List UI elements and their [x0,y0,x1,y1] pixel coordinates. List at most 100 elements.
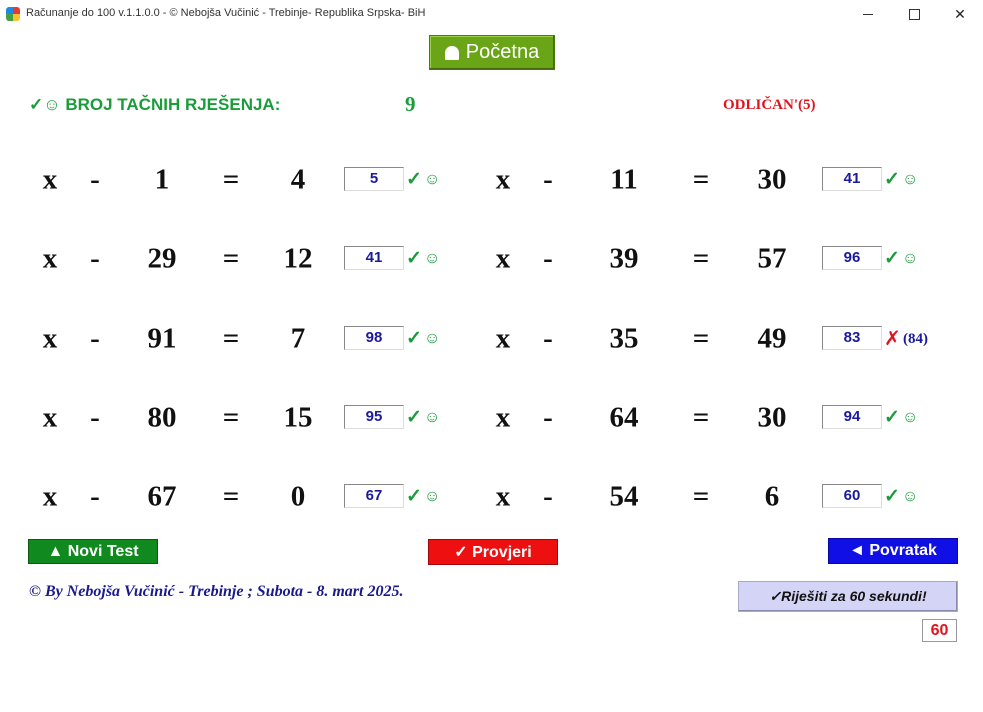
subtrahend: 35 [609,322,639,355]
maximize-icon [908,8,920,20]
window-title: Računanje do 100 v.1.1.0.0 - © Nebojša V… [26,7,426,19]
subtrahend: 80 [147,401,177,434]
home-icon [444,45,459,60]
smiley-icon: ☺ [424,409,441,426]
check-icon: ✓ [884,248,900,269]
minus-operator: - [543,480,553,513]
title-bar: Računanje do 100 v.1.1.0.0 - © Nebojša V… [0,0,983,28]
timer-display: 60 [922,619,957,642]
subtrahend: 91 [147,322,177,355]
result-value: 30 [757,163,787,196]
check-icon: ✓ [406,407,422,428]
home-button-label: Početna [465,41,540,63]
score-label: ✓☺ BROJ TAČNIH RJEŠENJA: [29,95,281,114]
answer-input[interactable]: 95 [344,405,404,429]
score-value: 9 [405,92,416,116]
equals-sign: = [222,480,240,513]
smiley-icon: ☺ [902,171,919,188]
timed-challenge-button[interactable]: ✓Riješiti za 60 sekundi! [738,581,958,612]
grade-label: ODLIČAN'(5) [723,97,816,113]
result-value: 49 [757,322,787,355]
result-value: 57 [757,242,787,275]
back-button[interactable]: ◄ Povratak [828,538,958,564]
variable-x: x [42,401,58,434]
check-icon: ✓ [884,407,900,428]
answer-input[interactable]: 83 [822,326,882,350]
equals-sign: = [222,401,240,434]
result-value: 0 [290,480,306,513]
variable-x: x [495,401,511,434]
result-value: 7 [290,322,306,355]
subtrahend: 11 [610,163,638,196]
check-icon: ✓ [884,169,900,190]
minus-operator: - [90,480,100,513]
equals-sign: = [692,163,710,196]
subtrahend: 39 [609,242,639,275]
footer-credit: © By Nebojša Vučinić - Trebinje ; Subota… [29,583,404,600]
smiley-icon: ☺ [902,488,919,505]
equals-sign: = [692,480,710,513]
variable-x: x [495,242,511,275]
result-value: 4 [290,163,306,196]
variable-x: x [42,322,58,355]
subtrahend: 67 [147,480,177,513]
check-button[interactable]: ✓ Provjeri [428,539,558,565]
answer-input[interactable]: 94 [822,405,882,429]
minus-operator: - [90,322,100,355]
result-value: 30 [757,401,787,434]
answer-input[interactable]: 98 [344,326,404,350]
result-value: 12 [283,242,313,275]
answer-input[interactable]: 5 [344,167,404,191]
equals-sign: = [222,163,240,196]
close-icon: ✕ [954,5,966,22]
subtrahend: 54 [609,480,639,513]
subtrahend: 29 [147,242,177,275]
answer-input[interactable]: 60 [822,484,882,508]
minimize-button[interactable] [845,0,891,28]
answer-input[interactable]: 41 [822,167,882,191]
correct-answer: (84) [903,331,928,347]
home-button[interactable]: Početna [429,35,555,70]
minus-operator: - [543,401,553,434]
minus-operator: - [90,163,100,196]
smiley-icon: ☺ [424,250,441,267]
cross-icon: ✗ [884,328,901,350]
variable-x: x [495,163,511,196]
equals-sign: = [692,242,710,275]
answer-input[interactable]: 96 [822,246,882,270]
smiley-icon: ☺ [424,488,441,505]
result-value: 6 [764,480,780,513]
subtrahend: 64 [609,401,639,434]
variable-x: x [42,163,58,196]
minus-operator: - [90,242,100,275]
smiley-icon: ☺ [424,330,441,347]
subtrahend: 1 [154,163,170,196]
variable-x: x [495,322,511,355]
smiley-icon: ☺ [902,250,919,267]
minus-operator: - [543,163,553,196]
answer-input[interactable]: 67 [344,484,404,508]
answer-input[interactable]: 41 [344,246,404,270]
check-icon: ✓ [406,486,422,507]
minimize-icon [863,13,873,15]
smiley-icon: ☺ [902,409,919,426]
new-test-button[interactable]: ▲ Novi Test [28,539,158,564]
close-button[interactable]: ✕ [937,0,983,28]
smiley-icon: ☺ [424,171,441,188]
minus-operator: - [90,401,100,434]
equals-sign: = [692,322,710,355]
minus-operator: - [543,242,553,275]
check-icon: ✓ [406,328,422,349]
equals-sign: = [692,401,710,434]
check-icon: ✓ [406,169,422,190]
equals-sign: = [222,322,240,355]
variable-x: x [42,480,58,513]
variable-x: x [495,480,511,513]
check-icon: ✓ [884,486,900,507]
result-value: 15 [283,401,313,434]
app-logo-icon [6,7,20,21]
check-icon: ✓ [406,248,422,269]
maximize-button[interactable] [891,0,937,28]
minus-operator: - [543,322,553,355]
variable-x: x [42,242,58,275]
